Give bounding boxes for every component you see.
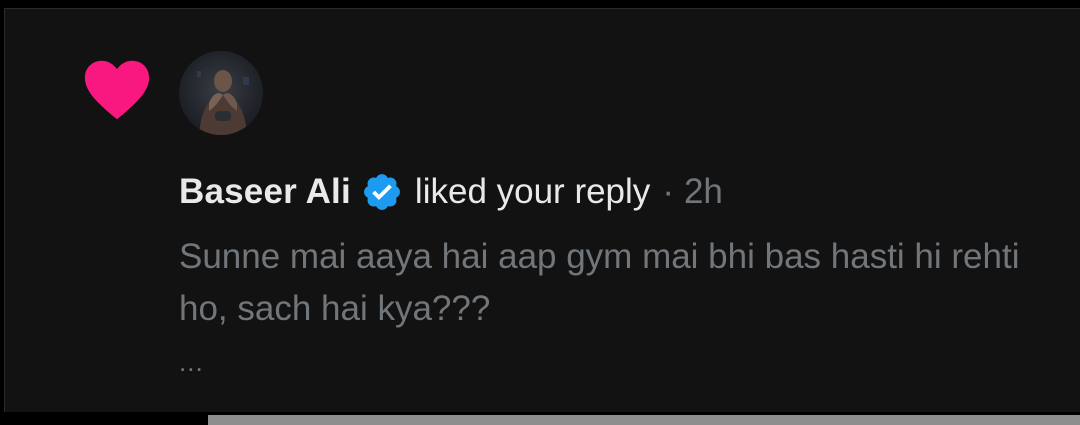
action-text: liked your reply: [414, 172, 651, 211]
notification-header: Baseer Ali liked your reply · 2h: [179, 169, 723, 215]
avatar-photo-icon: [197, 70, 249, 135]
heart-icon: [84, 60, 150, 120]
separator-dot: ·: [662, 172, 674, 211]
user-name[interactable]: Baseer Ali: [179, 172, 351, 212]
truncation-ellipsis: ...: [179, 347, 204, 377]
like-notification[interactable]: Baseer Ali liked your reply · 2h Sunne m…: [4, 8, 1080, 412]
timestamp[interactable]: 2h: [684, 172, 723, 212]
avatar[interactable]: [179, 51, 263, 135]
screen: Baseer Ali liked your reply · 2h Sunne m…: [0, 0, 1080, 425]
reply-preview-text: Sunne mai aaya hai aap gym mai bhi bas h…: [179, 237, 1020, 328]
verified-badge-icon: [363, 174, 400, 210]
bottom-divider-bar: [208, 415, 1080, 425]
